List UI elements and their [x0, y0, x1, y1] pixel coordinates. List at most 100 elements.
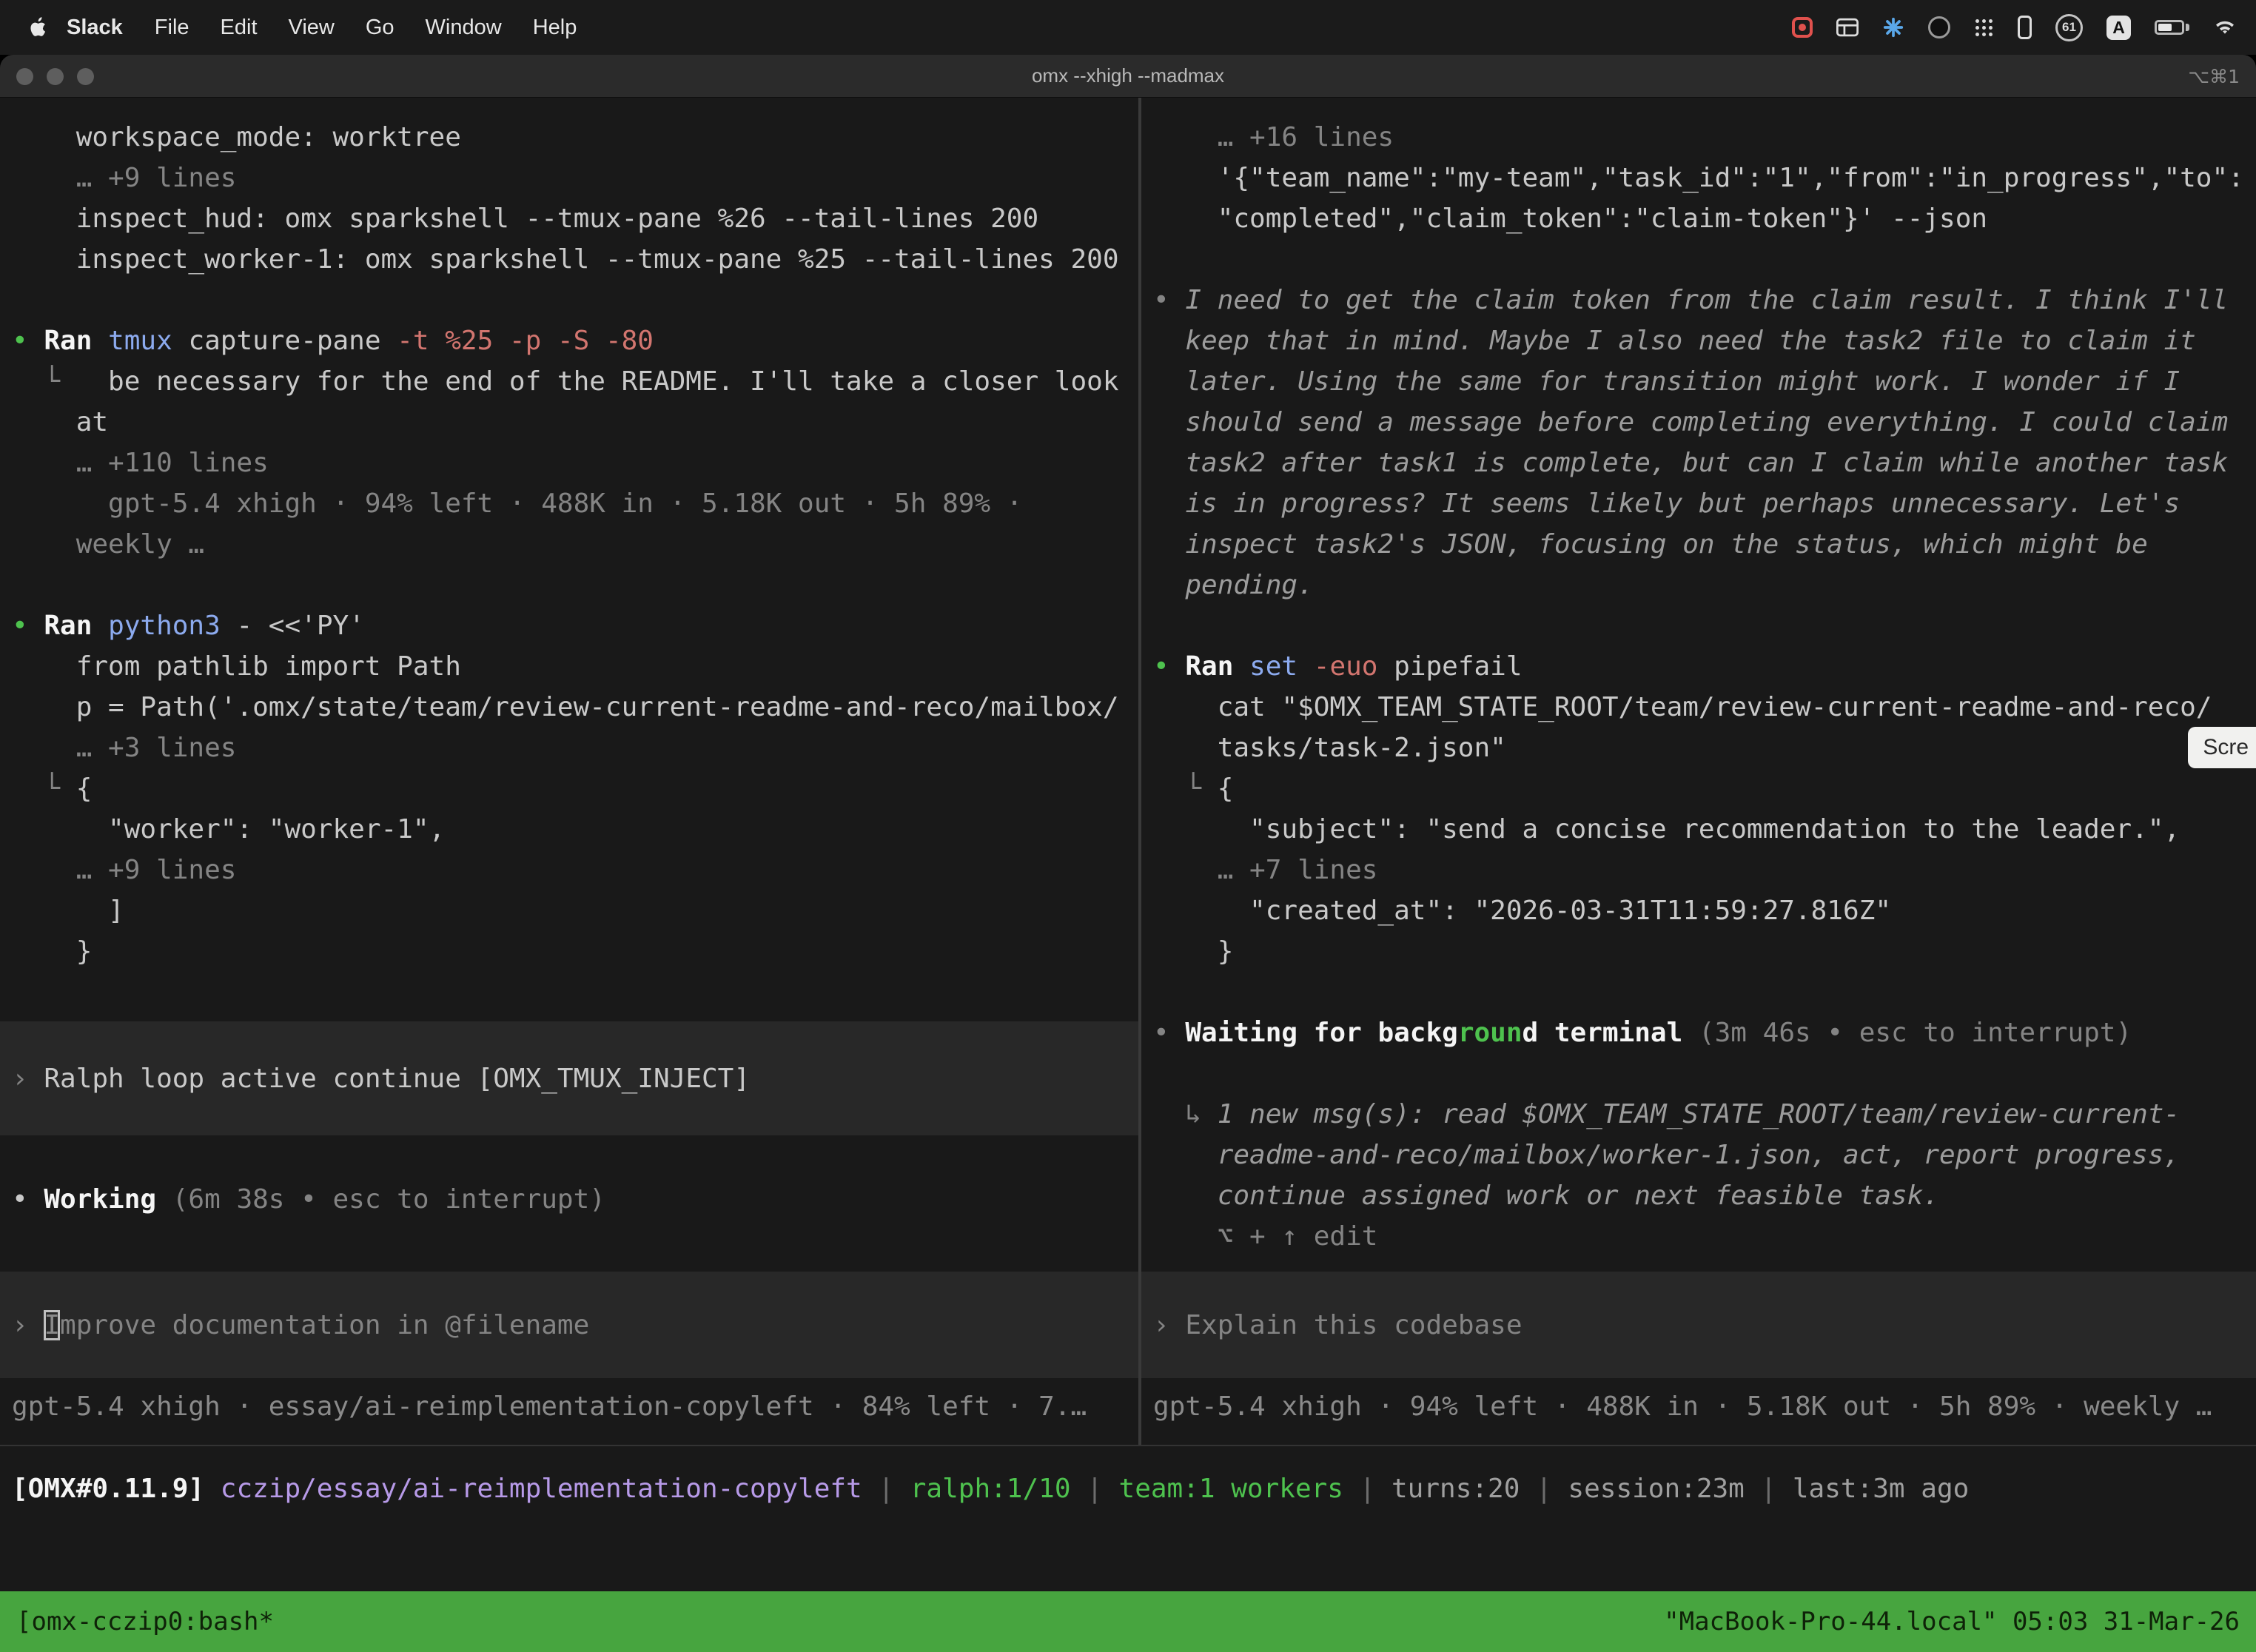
terminal-window: omx --xhigh --madmax ⌥⌘1 workspace_mode:… [0, 55, 2256, 1652]
right-pane[interactable]: … +16 lines '{"team_name":"my-team","tas… [1141, 98, 2256, 1445]
screen-tooltip: Scre [2188, 727, 2256, 768]
terminal-line [1153, 605, 2256, 646]
terminal-line: from pathlib import Path [12, 646, 1138, 687]
app-menu-slack[interactable]: Slack [67, 16, 123, 40]
menu-bar: Slack File Edit View Go Window Help 61 A [0, 0, 2256, 55]
screen-recording-indicator-icon[interactable] [1792, 17, 1813, 38]
terminal-line: gpt-5.4 xhigh · 94% left · 488K in · 5.1… [12, 483, 1138, 524]
right-input-band[interactable]: › Explain this codebase [1141, 1272, 2256, 1378]
minimize-button[interactable] [47, 68, 64, 85]
terminal-line: at [12, 402, 1138, 443]
omx-status-line: [OMX#0.11.9] cczip/essay/ai-reimplementa… [12, 1468, 1969, 1509]
left-input-line[interactable]: › Improve documentation in @filename [12, 1305, 589, 1346]
terminal-line: … +110 lines [12, 443, 1138, 483]
tmux-session-info: [omx-cczip0:bash* [16, 1607, 274, 1636]
terminal-line: └ { [12, 768, 1138, 809]
terminal-line: continue assigned work or next feasible … [1153, 1175, 2256, 1216]
terminal-line: "completed","claim_token":"claim-token"}… [1153, 198, 2256, 239]
battery-fill [2158, 24, 2172, 31]
traffic-lights [16, 55, 94, 98]
terminal-line: • Ran set -euo pipefail [1153, 646, 2256, 687]
terminal-line: • Ran tmux capture-pane -t %25 -p -S -80 [12, 320, 1138, 361]
right-transcript: … +16 lines '{"team_name":"my-team","tas… [1141, 98, 2256, 1257]
terminal-line: task2 after task1 is complete, but can I… [1153, 443, 2256, 483]
working-status-line: • Working (6m 38s • esc to interrupt) [0, 1179, 1138, 1220]
terminal-line: is in progress? It seems likely but perh… [1153, 483, 2256, 524]
sparkle-app-icon[interactable] [1882, 16, 1904, 38]
queued-message-band: › Ralph loop active continue [OMX_TMUX_I… [0, 1021, 1138, 1135]
left-pane[interactable]: workspace_mode: worktree … +9 lines insp… [0, 98, 1138, 1445]
terminal-line [12, 565, 1138, 605]
left-model-status-line: gpt-5.4 xhigh · essay/ai-reimplementatio… [0, 1386, 1138, 1427]
terminal-line: tasks/task-2.json" [1153, 728, 2256, 768]
menu-item-go[interactable]: Go [366, 16, 395, 40]
window-titlebar[interactable]: omx --xhigh --madmax ⌥⌘1 [0, 55, 2256, 98]
terminal-line: weekly … [12, 524, 1138, 565]
left-input-band[interactable]: › Improve documentation in @filename [0, 1272, 1138, 1378]
display-mirroring-icon[interactable] [2018, 16, 2032, 39]
terminal-line: later. Using the same for transition mig… [1153, 361, 2256, 402]
menu-item-edit[interactable]: Edit [221, 16, 258, 40]
terminal-line: cat "$OMX_TEAM_STATE_ROOT/team/review-cu… [1153, 687, 2256, 728]
circle-app-icon[interactable] [1928, 16, 1950, 38]
menu-status-icons: 61 A [1792, 14, 2237, 41]
terminal-line: pending. [1153, 565, 2256, 605]
apple-menu-icon[interactable] [19, 16, 59, 38]
terminal-line: '{"team_name":"my-team","task_id":"1","f… [1153, 158, 2256, 198]
dots-grid-icon[interactable] [1974, 18, 1994, 38]
terminal-line: └ { [1153, 768, 2256, 809]
battery-nub [2186, 24, 2189, 31]
terminal-line [12, 280, 1138, 320]
tmux-host-time: "MacBook-Pro-44.local" 05:03 31-Mar-26 [1664, 1607, 2240, 1636]
terminal-line: inspect_worker-1: omx sparkshell --tmux-… [12, 239, 1138, 280]
terminal-line: … +9 lines [12, 850, 1138, 890]
terminal-line [1153, 239, 2256, 280]
terminal-line: p = Path('.omx/state/team/review-current… [12, 687, 1138, 728]
input-source-icon[interactable]: A [2106, 16, 2131, 40]
menu-item-file[interactable]: File [155, 16, 189, 40]
terminal-line: └ be necessary for the end of the README… [12, 361, 1138, 402]
terminal-line: "subject": "send a concise recommendatio… [1153, 809, 2256, 850]
battery-body [2155, 20, 2184, 35]
tmux-panes: workspace_mode: worktree … +9 lines insp… [0, 98, 2256, 1446]
terminal-line: … +9 lines [12, 158, 1138, 198]
left-transcript: workspace_mode: worktree … +9 lines insp… [0, 98, 1138, 972]
apple-logo [30, 16, 49, 38]
screen: Slack File Edit View Go Window Help 61 A [0, 0, 2256, 1652]
terminal-line: } [1153, 931, 2256, 972]
window-grid-icon[interactable] [1836, 18, 1859, 37]
zoom-button[interactable] [77, 68, 94, 85]
terminal-line: ⌥ + ↑ edit [1153, 1216, 2256, 1257]
window-title: omx --xhigh --madmax [0, 64, 2256, 87]
terminal-line: ] [12, 890, 1138, 931]
menu-item-window[interactable]: Window [426, 16, 502, 40]
terminal-line: inspect task2's JSON, focusing on the st… [1153, 524, 2256, 565]
terminal-line: ↳ 1 new msg(s): read $OMX_TEAM_STATE_ROO… [1153, 1094, 2256, 1135]
tmux-status-bar: [omx-cczip0:bash* "MacBook-Pro-44.local"… [0, 1591, 2256, 1652]
menu-bar-left: Slack File Edit View Go Window Help [19, 16, 592, 40]
menu-item-view[interactable]: View [289, 16, 335, 40]
terminal-line: • Ran python3 - <<'PY' [12, 605, 1138, 646]
terminal-line: readme-and-reco/mailbox/worker-1.json, a… [1153, 1135, 2256, 1175]
terminal-line: should send a message before completing … [1153, 402, 2256, 443]
terminal-line: … +7 lines [1153, 850, 2256, 890]
terminal-line [1153, 972, 2256, 1013]
terminal-line: workspace_mode: worktree [12, 117, 1138, 158]
queued-message-line: › Ralph loop active continue [OMX_TMUX_I… [12, 1058, 750, 1099]
terminal-line: } [12, 931, 1138, 972]
terminal-line: "worker": "worker-1", [12, 809, 1138, 850]
omx-status-bar: [OMX#0.11.9] cczip/essay/ai-reimplementa… [0, 1446, 2256, 1531]
window-shortcut-hint: ⌥⌘1 [2188, 55, 2240, 98]
menu-item-help[interactable]: Help [533, 16, 577, 40]
right-model-status-line: gpt-5.4 xhigh · 94% left · 488K in · 5.1… [1141, 1386, 2256, 1427]
terminal-line: • Waiting for background terminal (3m 46… [1153, 1013, 2256, 1053]
terminal-line [1153, 1053, 2256, 1094]
terminal-line: inspect_hud: omx sparkshell --tmux-pane … [12, 198, 1138, 239]
close-button[interactable] [16, 68, 33, 85]
wifi-icon[interactable] [2213, 18, 2237, 37]
right-input-line[interactable]: › Explain this codebase [1153, 1305, 1523, 1346]
terminal-line: keep that in mind. Maybe I also need the… [1153, 320, 2256, 361]
terminal-line: • I need to get the claim token from the… [1153, 280, 2256, 320]
battery-icon[interactable] [2155, 20, 2189, 35]
battery-percent-badge[interactable]: 61 [2055, 14, 2083, 41]
